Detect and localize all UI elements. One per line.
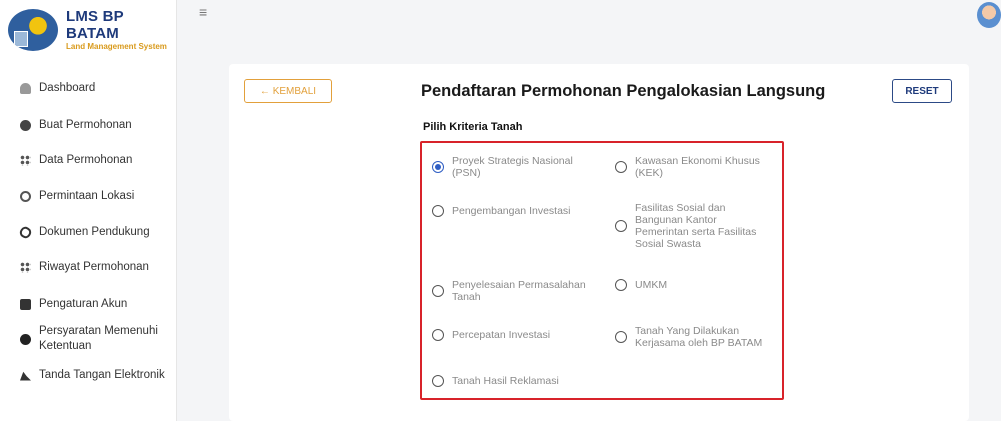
check-circle-icon <box>20 333 31 345</box>
brand-title: LMS BP BATAM <box>66 8 124 42</box>
page-title: Pendaftaran Permohonan Pengalokasian Lan… <box>421 82 826 100</box>
location-icon <box>20 190 31 202</box>
sidebar-item-label: Persyaratan Memenuhi Ketentuan <box>39 325 158 352</box>
paperclip-icon <box>17 224 34 240</box>
sidebar: LMS BP BATAM Land Management System Dash… <box>0 0 177 421</box>
option-label: Kawasan Ekonomi Khusus (KEK) <box>635 155 760 179</box>
sidebar-item-label: Dokumen Pendukung <box>39 226 150 238</box>
option-kerjasama-bp-batam[interactable]: Tanah Yang Dilakukan Kerjasama oleh BP B… <box>615 325 762 349</box>
brand[interactable]: LMS BP BATAM Land Management System <box>8 8 174 52</box>
sidebar-item-permintaan-lokasi[interactable]: Permintaan Lokasi <box>20 190 134 202</box>
option-label: Tanah Yang Dilakukan Kerjasama oleh BP B… <box>635 325 763 349</box>
topbar: ≡ <box>177 0 1001 40</box>
option-kek[interactable]: Kawasan Ekonomi Khusus (KEK) <box>615 155 760 179</box>
option-label: Proyek Strategis Nasional (PSN) <box>452 155 573 179</box>
sidebar-item-label: Data Permohonan <box>39 154 133 166</box>
option-penyelesaian-permasalahan[interactable]: Penyelesaian Permasalahan Tanah <box>432 279 586 303</box>
option-umkm[interactable]: UMKM <box>615 279 667 291</box>
radio-icon[interactable] <box>432 285 444 297</box>
card-icon <box>20 298 31 310</box>
sidebar-item-buat-permohonan[interactable]: Buat Permohonan <box>20 119 132 131</box>
brand-subtitle: Land Management System <box>66 42 167 51</box>
signature-icon <box>20 371 31 381</box>
house-icon <box>20 82 31 94</box>
sidebar-item-label: Buat Permohonan <box>39 119 132 131</box>
sidebar-item-data-permohonan[interactable]: Data Permohonan <box>20 154 132 166</box>
radio-icon[interactable] <box>432 329 444 341</box>
sidebar-item-pengaturan-akun[interactable]: Pengaturan Akun <box>20 298 127 310</box>
radio-icon[interactable] <box>615 161 627 173</box>
option-label: Percepatan Investasi <box>452 329 551 341</box>
option-label: Tanah Hasil Reklamasi <box>452 375 559 387</box>
radio-icon[interactable] <box>432 205 444 217</box>
option-fasilitas-sosial[interactable]: Fasilitas Sosial dan Bangunan Kantor Pem… <box>615 202 756 250</box>
radio-icon[interactable] <box>432 375 444 387</box>
sidebar-item-label: Dashboard <box>39 82 96 94</box>
sidebar-item-label: Tanda Tangan Elektronik <box>39 369 165 381</box>
option-pengembangan-investasi[interactable]: Pengembangan Investasi <box>432 205 571 217</box>
section-label: Pilih Kriteria Tanah <box>423 121 523 133</box>
main-card: ← KEMBALI Pendaftaran Permohonan Pengalo… <box>229 64 969 421</box>
avatar[interactable] <box>977 2 1001 28</box>
menu-icon[interactable]: ≡ <box>199 4 207 20</box>
option-label: Fasilitas Sosial dan Bangunan Kantor Pem… <box>635 202 757 250</box>
option-label: Penyelesaian Permasalahan Tanah <box>452 279 586 303</box>
radio-icon[interactable] <box>615 331 627 343</box>
sidebar-item-label: Riwayat Permohonan <box>39 261 149 273</box>
reset-button[interactable]: RESET <box>892 79 952 103</box>
sidebar-item-label: Pengaturan Akun <box>39 298 128 310</box>
radio-checked-icon[interactable] <box>432 161 444 173</box>
sidebar-item-label: Permintaan Lokasi <box>39 190 135 202</box>
bp-batam-logo <box>8 9 58 51</box>
sidebar-item-persyaratan[interactable]: Persyaratan Memenuhi Ketentuan <box>20 324 158 354</box>
sidebar-item-dashboard[interactable]: Dashboard <box>20 82 95 94</box>
option-percepatan-investasi[interactable]: Percepatan Investasi <box>432 329 550 341</box>
globe-icon <box>20 119 31 131</box>
criteria-radio-group: Proyek Strategis Nasional (PSN) Kawasan … <box>420 141 784 400</box>
radio-icon[interactable] <box>615 220 627 232</box>
option-psn[interactable]: Proyek Strategis Nasional (PSN) <box>432 155 573 179</box>
option-label: Pengembangan Investasi <box>452 205 571 217</box>
sidebar-item-tanda-tangan[interactable]: Tanda Tangan Elektronik <box>20 369 165 381</box>
back-button[interactable]: ← KEMBALI <box>244 79 332 103</box>
sidebar-item-dokumen-pendukung[interactable]: Dokumen Pendukung <box>17 224 150 240</box>
option-label: UMKM <box>635 279 668 291</box>
dots-icon <box>20 261 31 273</box>
dots-icon <box>20 154 31 166</box>
sidebar-item-riwayat-permohonan[interactable]: Riwayat Permohonan <box>20 261 149 273</box>
radio-icon[interactable] <box>615 279 627 291</box>
option-tanah-reklamasi[interactable]: Tanah Hasil Reklamasi <box>432 375 559 387</box>
